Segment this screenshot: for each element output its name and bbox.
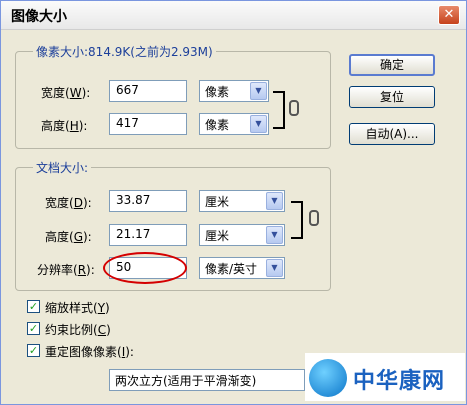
doc-height-input[interactable]: 21.17 (109, 224, 187, 246)
constrain-proportions-checkbox[interactable]: ✓ (27, 322, 40, 335)
watermark-logo: 中华康网 (305, 353, 465, 401)
watermark-text: 中华康网 (353, 369, 446, 394)
pixel-height-input[interactable]: 417 (109, 113, 187, 135)
doc-height-label: 高度(G): (45, 230, 92, 244)
close-icon: ✕ (443, 7, 455, 22)
doc-width-input[interactable]: 33.87 (109, 190, 187, 212)
doc-width-unit-select[interactable]: 厘米 ▼ (199, 190, 285, 212)
chevron-down-icon: ▼ (266, 259, 283, 277)
resample-method-select[interactable]: 两次立方(适用于平滑渐变) (109, 369, 305, 391)
chevron-down-icon: ▼ (266, 192, 283, 210)
reset-button[interactable]: 复位 (349, 86, 435, 108)
pixel-width-input[interactable]: 667 (109, 80, 187, 102)
title-bar: 图像大小 ✕ (1, 1, 466, 30)
resolution-highlight-ellipse (103, 252, 187, 284)
chevron-down-icon: ▼ (250, 82, 267, 100)
doc-height-unit-select[interactable]: 厘米 ▼ (199, 224, 285, 246)
pixel-width-label: 宽度(W): (41, 86, 91, 100)
resample-label: 重定图像像素(I): (45, 345, 134, 359)
ok-button[interactable]: 确定 (349, 54, 435, 76)
chevron-down-icon: ▼ (266, 226, 283, 244)
auto-button[interactable]: 自动(A)... (349, 123, 435, 145)
logo-emblem-icon (309, 359, 347, 397)
resample-checkbox[interactable]: ✓ (27, 344, 40, 357)
pixel-width-unit-select[interactable]: 像素 ▼ (199, 80, 269, 102)
resolution-unit-select[interactable]: 像素/英寸 ▼ (199, 257, 285, 279)
scale-styles-label: 缩放样式(Y) (45, 301, 110, 315)
constrain-proportions-label: 约束比例(C) (45, 323, 111, 337)
scale-styles-checkbox[interactable]: ✓ (27, 300, 40, 313)
pixel-height-unit-select[interactable]: 像素 ▼ (199, 113, 269, 135)
dialog-title: 图像大小 (11, 9, 67, 25)
image-size-dialog: 图像大小 ✕ 像素大小:814.9K(之前为2.93M) 宽度(W): 667 … (0, 0, 467, 405)
close-button[interactable]: ✕ (438, 5, 460, 25)
chain-link-icon (309, 210, 319, 226)
doc-width-label: 宽度(D): (45, 196, 92, 210)
pixel-link-bracket (273, 91, 285, 129)
chevron-down-icon: ▼ (250, 115, 267, 133)
pixel-dimensions-legend: 像素大小:814.9K(之前为2.93M) (33, 43, 216, 60)
resolution-label: 分辨率(R): (37, 263, 95, 277)
doc-link-bracket (291, 201, 303, 239)
document-size-legend: 文档大小: (33, 159, 92, 176)
chain-link-icon (289, 100, 299, 116)
pixel-height-label: 高度(H): (41, 119, 88, 133)
